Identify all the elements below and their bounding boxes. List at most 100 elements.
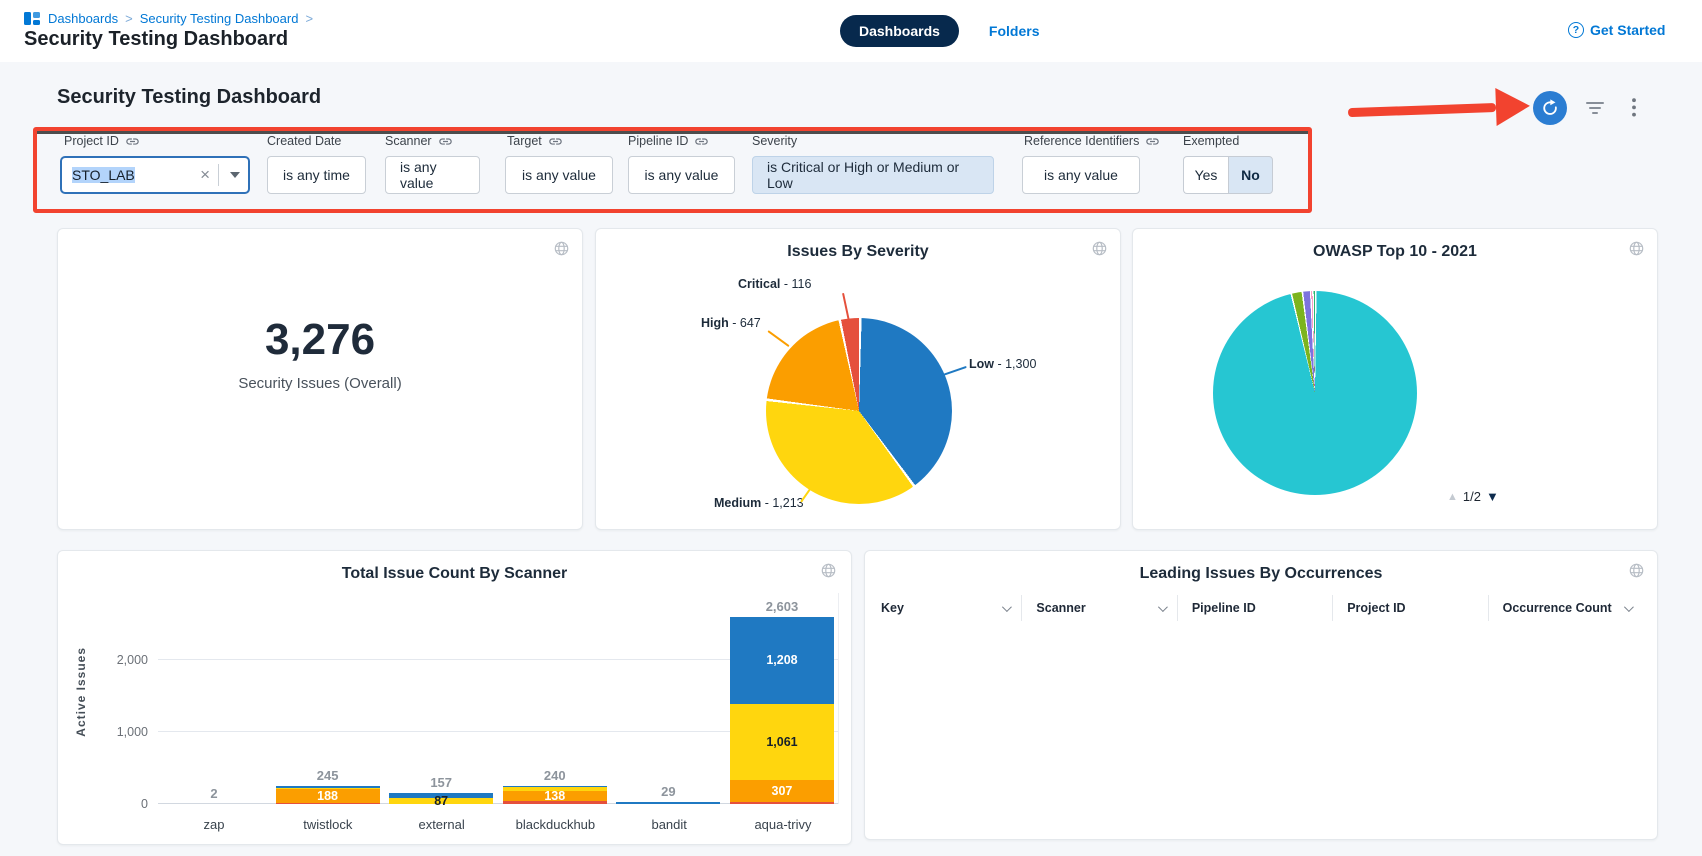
sort-chevron-down-icon[interactable] (1624, 602, 1634, 612)
y-tick-label: 1,000 (88, 725, 148, 739)
breadcrumb-dashboards[interactable]: Dashboards (48, 11, 118, 26)
link-icon (125, 134, 140, 149)
bar-plot: 01,0002,000224518815787240138292,6031,20… (158, 593, 839, 804)
bar-segment-critical[interactable] (730, 802, 834, 804)
table-body-empty (866, 627, 1656, 838)
bar-total-label: 157 (389, 775, 493, 790)
bar-total-label: 245 (276, 768, 380, 783)
refresh-button[interactable] (1533, 91, 1567, 125)
bar-total-label: 2,603 (730, 599, 834, 614)
dashboard-title: Security Testing Dashboard (57, 86, 321, 109)
dashboard-filters-icon[interactable] (1585, 100, 1605, 121)
filter-exempted: Exempted Yes No (1183, 132, 1273, 194)
exempted-toggle: Yes No (1183, 156, 1273, 194)
breadcrumb-current-dashboard[interactable]: Security Testing Dashboard (140, 11, 299, 26)
page-title: Security Testing Dashboard (24, 28, 288, 51)
get-started-link[interactable]: ? Get Started (1568, 22, 1665, 38)
column-header-pipeline-id[interactable]: Pipeline ID (1177, 595, 1332, 621)
globe-icon[interactable] (1091, 240, 1108, 262)
created-date-filter-button[interactable]: is any time (267, 156, 366, 194)
page-down-icon[interactable]: ▼ (1486, 489, 1499, 504)
column-header-project-id[interactable]: Project ID (1332, 595, 1487, 621)
view-tabs: Dashboards Folders (840, 15, 1040, 47)
target-filter-button[interactable]: is any value (505, 156, 613, 194)
link-icon (694, 134, 709, 149)
bar-segment-high[interactable]: 307 (730, 780, 834, 802)
sort-chevron-down-icon[interactable] (1158, 602, 1168, 612)
filter-project-id: Project ID STO_LAB × (60, 132, 250, 194)
bar-segment-low[interactable] (616, 802, 720, 804)
leader-line-high (767, 330, 789, 347)
bar-segment-label: 307 (730, 785, 834, 797)
sort-chevron-down-icon[interactable] (1002, 602, 1012, 612)
column-header-label: Pipeline ID (1192, 601, 1256, 615)
bar-segment-high[interactable]: 138 (503, 791, 607, 801)
globe-icon[interactable] (1628, 240, 1645, 262)
column-header-scanner[interactable]: Scanner (1021, 595, 1176, 621)
x-axis-label: aqua-trivy (731, 817, 835, 832)
tab-folders[interactable]: Folders (989, 23, 1040, 39)
tile-owasp-top-10: OWASP Top 10 - 2021 ▲ 1/2 ▼ (1132, 228, 1658, 530)
filter-label: Created Date (267, 134, 341, 148)
page-up-icon[interactable]: ▲ (1447, 491, 1458, 503)
link-icon (438, 134, 453, 149)
bar-segment-medium[interactable]: 87 (389, 798, 493, 804)
filter-created-date: Created Date is any time (267, 132, 366, 194)
scanner-filter-button[interactable]: is any value (385, 156, 480, 194)
table-header-row: Key Scanner Pipeline ID Project IDOccurrenc… (879, 595, 1643, 621)
severity-filter-button[interactable]: is Critical or High or Medium or Low (752, 156, 994, 194)
project-id-value: STO_LAB (72, 167, 192, 183)
leader-line-critical (842, 293, 850, 321)
filter-label: Scanner (385, 134, 432, 148)
tile-title: Leading Issues By Occurrences (865, 565, 1657, 583)
owasp-pie-chart[interactable] (1213, 291, 1417, 495)
exempted-yes-button[interactable]: Yes (1183, 156, 1228, 194)
bar-blackduckhub: 240138 (503, 593, 607, 804)
globe-icon[interactable] (820, 562, 837, 584)
filter-target: Target is any value (505, 132, 613, 194)
page-indicator: 1/2 (1463, 489, 1481, 504)
bar-segment-low[interactable]: 1,208 (730, 617, 834, 704)
pie-pagination: ▲ 1/2 ▼ (1447, 489, 1499, 504)
filter-label: Severity (752, 134, 797, 148)
filter-label: Exempted (1183, 134, 1239, 148)
exempted-no-button[interactable]: No (1228, 156, 1273, 194)
dashboard-content: Security Testing Dashboard Project ID ST… (0, 62, 1702, 856)
top-header: Dashboards > Security Testing Dashboard … (0, 0, 1702, 62)
y-tick-label: 2,000 (88, 653, 148, 667)
y-tick-label: 0 (88, 797, 148, 811)
column-header-key[interactable]: Key (879, 595, 1021, 621)
get-started-label: Get Started (1590, 22, 1665, 38)
overall-issues-label: Security Issues (Overall) (58, 375, 582, 392)
bar-segment-medium[interactable]: 1,061 (730, 704, 834, 780)
filter-severity: Severity is Critical or High or Medium o… (752, 132, 994, 194)
bar-segment-critical[interactable] (503, 801, 607, 804)
link-icon (1145, 134, 1160, 149)
bar-zap: 2 (162, 593, 266, 804)
tab-dashboards[interactable]: Dashboards (840, 15, 959, 47)
reference-identifiers-filter-button[interactable]: is any value (1022, 156, 1140, 194)
input-divider (218, 164, 219, 186)
globe-icon[interactable] (1628, 562, 1645, 584)
severity-pie-chart[interactable] (766, 318, 952, 504)
help-question-icon: ? (1568, 22, 1584, 38)
tile-total-issue-count-by-scanner: Total Issue Count By Scanner Active Issu… (57, 550, 852, 845)
bar-segment-critical[interactable] (276, 803, 380, 804)
pipeline-id-filter-button[interactable]: is any value (628, 156, 735, 194)
x-axis-label: blackduckhub (503, 817, 607, 832)
tile-security-issues-overall: 3,276 Security Issues (Overall) (57, 228, 583, 530)
bar-columns: 224518815787240138292,6031,2081,061307 (158, 593, 838, 804)
leader-line-low (940, 366, 967, 377)
filter-label: Project ID (64, 134, 119, 148)
clear-icon[interactable]: × (192, 165, 218, 185)
bar-segment-high[interactable]: 188 (276, 789, 380, 803)
dropdown-caret-icon[interactable] (230, 172, 240, 178)
tile-title: Total Issue Count By Scanner (58, 565, 851, 583)
overall-issues-value: 3,276 (58, 315, 582, 365)
globe-icon[interactable] (553, 240, 570, 262)
filter-label: Pipeline ID (628, 134, 688, 148)
column-header-label: Scanner (1036, 601, 1085, 615)
column-header-occurrence-count[interactable]: Occurrence Count (1488, 595, 1643, 621)
project-id-input[interactable]: STO_LAB × (60, 156, 250, 194)
kebab-menu-icon[interactable] (1632, 98, 1636, 122)
